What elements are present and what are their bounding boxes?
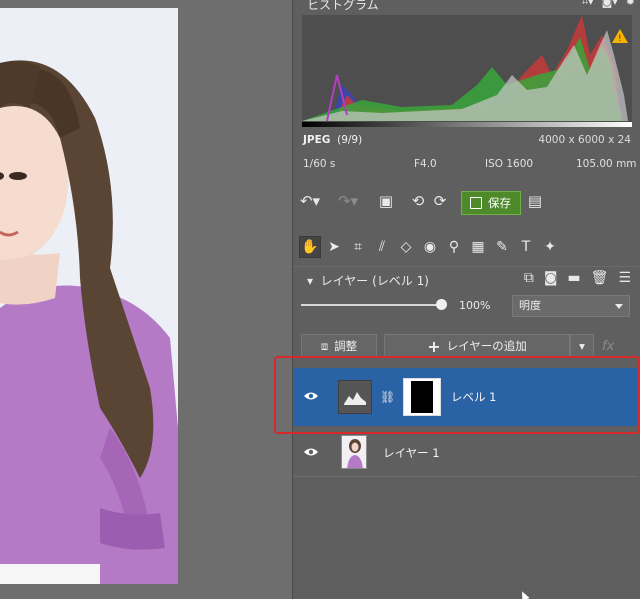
adjust-label: 調整 bbox=[334, 339, 358, 353]
redeye-tool-icon[interactable]: ◉ bbox=[419, 236, 441, 258]
straighten-tool-icon[interactable]: ⫽ bbox=[371, 236, 393, 258]
eye-icon[interactable] bbox=[303, 447, 319, 457]
text-tool-icon[interactable]: T bbox=[515, 236, 537, 258]
brush-tool-icon[interactable]: ✎ bbox=[491, 236, 513, 258]
adjust-icon: ⧈ bbox=[320, 338, 329, 353]
grid-tool-icon[interactable]: ▦ bbox=[467, 236, 489, 258]
transform-tool-icon[interactable]: ◇ bbox=[395, 236, 417, 258]
effects-tool-icon[interactable]: ✦ bbox=[539, 236, 561, 258]
opacity-slider[interactable] bbox=[301, 304, 441, 306]
layer-row-image[interactable]: レイヤー 1 bbox=[293, 427, 637, 477]
file-info: JPEG (9/9) 4000 x 6000 x 24 bbox=[293, 134, 640, 150]
histogram-chart: ! bbox=[302, 15, 632, 127]
edit-toolbar: ↶▾ ↷▾ ▣ ⟲ ⟳ 保存 ▤ bbox=[293, 190, 640, 216]
aperture: F4.0 bbox=[414, 158, 437, 170]
chevron-down-icon bbox=[615, 304, 623, 309]
exif-info: 1/60 s F4.0 ISO 1600 105.00 mm bbox=[293, 158, 640, 172]
file-format: JPEG bbox=[303, 134, 331, 146]
blend-mode-select[interactable]: 明度 bbox=[512, 295, 630, 317]
file-index: (9/9) bbox=[337, 134, 363, 146]
rotate-right-icon[interactable]: ⟳ bbox=[429, 190, 451, 212]
eye-icon[interactable] bbox=[303, 391, 319, 401]
levels-adjustment-icon bbox=[338, 380, 372, 414]
layer-actions: ⧈ 調整 + レイヤーの追加 ▾ fx bbox=[293, 334, 640, 360]
mask-icon[interactable]: ◙ bbox=[544, 270, 558, 286]
save-as-icon[interactable]: ▤ bbox=[524, 190, 546, 212]
add-layer-button[interactable]: + レイヤーの追加 bbox=[384, 334, 570, 358]
link-icon[interactable]: ⛓ bbox=[380, 390, 395, 404]
adjust-button[interactable]: ⧈ 調整 bbox=[301, 334, 377, 358]
layer-thumbnail bbox=[341, 435, 367, 469]
hand-tool-icon[interactable]: ✋ bbox=[299, 236, 321, 258]
focal-length: 105.00 mm bbox=[576, 158, 637, 170]
file-dimensions: 4000 x 6000 x 24 bbox=[538, 134, 631, 146]
layer-row-levels[interactable]: ⛓ レベル 1 bbox=[293, 368, 637, 426]
plus-icon: + bbox=[427, 336, 441, 356]
save-label: 保存 bbox=[488, 196, 511, 210]
add-layer-label: レイヤーの追加 bbox=[446, 339, 527, 353]
undo-icon[interactable]: ↶▾ bbox=[299, 190, 321, 212]
folder-icon[interactable]: ▬ bbox=[567, 270, 580, 286]
histogram-header[interactable]: ヒストグラム ⌗▾ ◙▾ ✹ bbox=[293, 0, 640, 12]
photo-preview bbox=[0, 8, 178, 584]
layer-name-levels: レベル 1 bbox=[451, 390, 497, 404]
tool-palette: ✋ ➤ ⌗ ⫽ ◇ ◉ ⚲ ▦ ✎ T ✦ bbox=[293, 234, 640, 260]
select-tool-icon[interactable]: ➤ bbox=[323, 236, 345, 258]
layers-title: レイヤー (レベル 1) bbox=[320, 274, 429, 288]
histogram-title: ヒストグラム bbox=[307, 0, 379, 12]
image-icon[interactable]: ▣ bbox=[375, 190, 397, 212]
layer-name-image: レイヤー 1 bbox=[383, 446, 440, 460]
camera-icon[interactable]: ◙▾ bbox=[602, 0, 618, 9]
blend-mode-value: 明度 bbox=[519, 299, 541, 312]
image-canvas[interactable] bbox=[0, 0, 292, 599]
layers-header[interactable]: ▾ レイヤー (レベル 1) ⧉ ◙ ▬ 🗑 ☰ bbox=[293, 266, 640, 290]
crop-tool-icon[interactable]: ⌗ bbox=[347, 236, 369, 258]
gear-icon[interactable]: ✹ bbox=[626, 0, 635, 9]
chevron-down-icon: ▾ bbox=[579, 339, 585, 353]
trash-icon[interactable]: 🗑 bbox=[591, 270, 609, 286]
crop-info-icon[interactable]: ⌗▾ bbox=[582, 0, 594, 9]
save-disk-icon bbox=[470, 197, 482, 209]
shutter-speed: 1/60 s bbox=[303, 158, 336, 170]
svg-text:!: ! bbox=[618, 34, 622, 44]
opacity-slider-knob[interactable] bbox=[436, 299, 447, 310]
fx-button[interactable]: fx bbox=[602, 339, 614, 354]
add-layer-dropdown[interactable]: ▾ bbox=[570, 334, 594, 358]
clone-tool-icon[interactable]: ⚲ bbox=[443, 236, 465, 258]
menu-icon[interactable]: ☰ bbox=[618, 270, 631, 286]
layer-mask-thumbnail[interactable] bbox=[403, 378, 441, 416]
duplicate-layer-icon[interactable]: ⧉ bbox=[524, 270, 534, 286]
opacity-row: 100% 明度 bbox=[293, 293, 640, 319]
rotate-left-icon[interactable]: ⟲ bbox=[407, 190, 429, 212]
iso: ISO 1600 bbox=[485, 158, 534, 170]
redo-icon[interactable]: ↷▾ bbox=[337, 190, 359, 212]
right-panel: ヒストグラム ⌗▾ ◙▾ ✹ ! JPEG (9/9) 4000 x 6000 … bbox=[292, 0, 640, 599]
save-button[interactable]: 保存 bbox=[461, 191, 521, 215]
opacity-value: 100% bbox=[459, 299, 491, 312]
